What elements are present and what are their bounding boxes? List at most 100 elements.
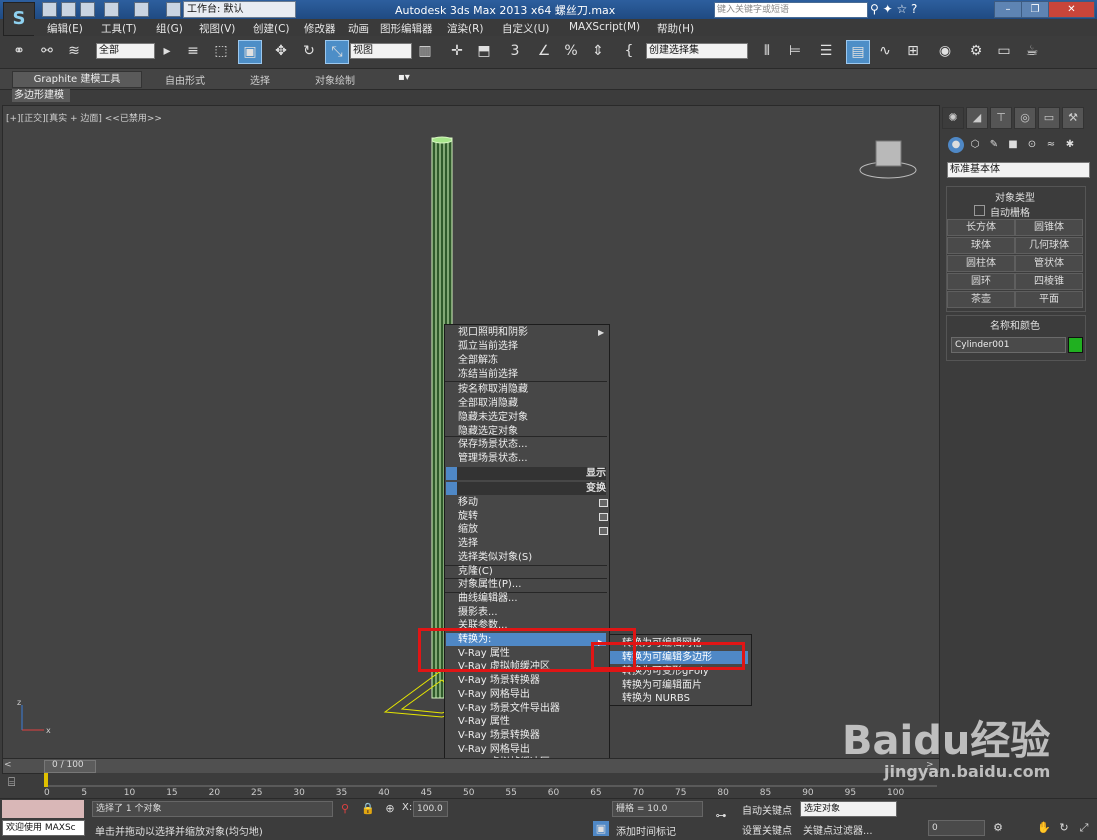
menu-item-5[interactable]: 修改器 bbox=[304, 21, 336, 36]
context-menu-item[interactable]: V-Ray 属性 bbox=[458, 715, 603, 728]
maxscript-listener-pink[interactable] bbox=[2, 800, 84, 818]
pyramid-button[interactable]: 四棱锥 bbox=[1015, 273, 1083, 290]
key-filters-button[interactable]: 关键点过滤器... bbox=[803, 822, 873, 837]
time-config-icon[interactable]: ⚙ bbox=[990, 820, 1006, 835]
teapot-button[interactable]: 茶壶 bbox=[947, 291, 1015, 308]
menu-item-11[interactable]: 帮助(H) bbox=[657, 21, 694, 36]
minimize-icon[interactable]: – bbox=[994, 1, 1022, 18]
context-menu-item[interactable]: V-Ray 场景转换器 bbox=[458, 674, 603, 687]
autogrid-checkbox[interactable] bbox=[974, 205, 985, 216]
modify-tab-icon[interactable]: ◢ bbox=[966, 107, 988, 129]
cylinder-button[interactable]: 圆柱体 bbox=[947, 255, 1015, 272]
curve-editor-icon[interactable]: ∿ bbox=[874, 40, 896, 62]
context-menu-item[interactable]: 摄影表... bbox=[458, 606, 603, 619]
space-warps-icon[interactable]: ≈ bbox=[1043, 137, 1059, 153]
rendered-frame-icon[interactable]: ▭ bbox=[993, 40, 1015, 62]
tube-button[interactable]: 管状体 bbox=[1015, 255, 1083, 272]
x-coordinate-input[interactable]: 100.0 bbox=[413, 801, 448, 817]
lights-icon[interactable]: ✎ bbox=[986, 137, 1002, 153]
search-input[interactable]: 键入关键字或短语 bbox=[714, 2, 868, 18]
systems-icon[interactable]: ✱ bbox=[1062, 137, 1078, 153]
context-menu-item[interactable]: 移动 bbox=[458, 496, 603, 509]
schematic-view-icon[interactable]: ⊞ bbox=[902, 40, 924, 62]
tab-graphite-modeling[interactable]: Graphite 建模工具 bbox=[12, 71, 142, 88]
selection-filter-dropdown[interactable]: 全部 bbox=[96, 43, 155, 59]
rect-select-icon[interactable]: ⬚ bbox=[210, 40, 232, 62]
save-file-icon[interactable] bbox=[80, 2, 95, 17]
render-icon[interactable]: ☕ bbox=[1021, 40, 1043, 62]
context-menu-item[interactable]: 孤立当前选择 bbox=[458, 340, 603, 353]
scale-settings-icon[interactable] bbox=[599, 527, 608, 535]
menu-item-0[interactable]: 编辑(E) bbox=[47, 21, 83, 36]
redo-icon[interactable] bbox=[134, 2, 149, 17]
category-dropdown[interactable]: 标准基本体 bbox=[947, 162, 1090, 178]
convert-submenu-item[interactable]: 转换为可编辑面片 bbox=[622, 679, 747, 692]
context-menu-item[interactable]: 选择类似对象(S) bbox=[458, 551, 603, 564]
context-menu-item[interactable]: 保存场景状态... bbox=[458, 438, 603, 451]
bind-space-warp-icon[interactable]: ≋ bbox=[63, 40, 85, 62]
box-button[interactable]: 长方体 bbox=[947, 219, 1015, 236]
create-tab-icon[interactable]: ✺ bbox=[942, 107, 964, 129]
open-file-icon[interactable] bbox=[61, 2, 76, 17]
menu-item-10[interactable]: MAXScript(M) bbox=[569, 21, 640, 33]
tab-freeform[interactable]: 自由形式 bbox=[165, 72, 205, 87]
absolute-mode-icon[interactable]: ⊕ bbox=[382, 801, 398, 816]
ribbon-options-icon[interactable]: ▪▾ bbox=[398, 72, 410, 83]
percent-snap-icon[interactable]: % bbox=[560, 40, 582, 62]
time-tag-icon[interactable]: ▣ bbox=[593, 821, 609, 836]
set-key-icon[interactable]: ⊶ bbox=[710, 808, 732, 823]
isolate-icon[interactable]: ⚲ bbox=[337, 801, 353, 816]
utilities-tab-icon[interactable]: ⚒ bbox=[1062, 107, 1084, 129]
graphite-toggle-icon[interactable]: ▤ bbox=[846, 40, 870, 64]
time-prev-icon[interactable]: < bbox=[4, 760, 12, 770]
time-slider[interactable] bbox=[2, 758, 940, 774]
named-selection-set-dropdown[interactable]: 创建选择集 bbox=[646, 43, 748, 59]
snap-icon[interactable]: 3 bbox=[504, 40, 526, 62]
menu-item-8[interactable]: 渲染(R) bbox=[447, 21, 484, 36]
scale-icon[interactable]: ⤡ bbox=[325, 40, 349, 64]
render-setup-icon[interactable]: ⚙ bbox=[965, 40, 987, 62]
cameras-icon[interactable]: ■ bbox=[1005, 137, 1021, 153]
pivot-center-icon[interactable]: ▥ bbox=[414, 40, 436, 62]
auto-key-button[interactable]: 自动关键点 bbox=[742, 802, 792, 817]
link-icon[interactable]: ⚭ bbox=[8, 40, 30, 62]
menu-item-7[interactable]: 图形编辑器 bbox=[380, 21, 433, 36]
motion-tab-icon[interactable]: ◎ bbox=[1014, 107, 1036, 129]
add-time-tag-button[interactable]: 添加时间标记 bbox=[616, 823, 676, 838]
hold-icon[interactable] bbox=[166, 2, 181, 17]
context-menu-item[interactable]: V-Ray 场景转换器 bbox=[458, 729, 603, 742]
object-color-swatch[interactable] bbox=[1068, 337, 1083, 353]
context-menu-item[interactable]: V-Ray 场景文件导出器 bbox=[458, 702, 603, 715]
ribbon-panel-polygon-modeling[interactable]: 多边形建模 bbox=[12, 89, 70, 102]
orbit-icon[interactable]: ↻ bbox=[1056, 820, 1072, 835]
convert-submenu-item[interactable]: 转换为 NURBS bbox=[622, 692, 747, 705]
context-menu-item[interactable]: 对象属性(P)... bbox=[458, 578, 603, 591]
context-menu-item[interactable]: 克隆(C) bbox=[458, 565, 603, 578]
context-menu-item[interactable]: 全部解冻 bbox=[458, 354, 603, 367]
context-menu-item[interactable]: 缩放 bbox=[458, 523, 603, 536]
object-name-input[interactable]: Cylinder001 bbox=[951, 337, 1066, 353]
move-icon[interactable]: ✥ bbox=[270, 40, 292, 62]
menu-item-3[interactable]: 视图(V) bbox=[199, 21, 235, 36]
geosphere-button[interactable]: 几何球体 bbox=[1015, 237, 1083, 254]
torus-button[interactable]: 圆环 bbox=[947, 273, 1015, 290]
material-editor-icon[interactable]: ◉ bbox=[934, 40, 956, 62]
menu-item-2[interactable]: 组(G) bbox=[156, 21, 183, 36]
move-settings-icon[interactable] bbox=[599, 499, 608, 507]
context-menu-item[interactable]: 曲线编辑器... bbox=[458, 592, 603, 605]
context-menu-item[interactable]: 全部取消隐藏 bbox=[458, 397, 603, 410]
manipulate-icon[interactable]: ✛ bbox=[446, 40, 468, 62]
current-frame-input[interactable]: 0 bbox=[928, 820, 985, 836]
context-menu-item[interactable]: V-Ray 网格导出 bbox=[458, 743, 603, 756]
hierarchy-tab-icon[interactable]: ⊤ bbox=[990, 107, 1012, 129]
context-menu-item[interactable]: 管理场景状态... bbox=[458, 452, 603, 465]
geometry-icon[interactable]: ● bbox=[948, 137, 964, 153]
infocenter-icons[interactable]: ⚲ ✦ ☆ ? bbox=[870, 2, 950, 16]
menu-item-4[interactable]: 创建(C) bbox=[253, 21, 290, 36]
pan-view-icon[interactable]: ✋ bbox=[1036, 820, 1052, 835]
rotate-icon[interactable]: ↻ bbox=[298, 40, 320, 62]
menu-item-1[interactable]: 工具(T) bbox=[101, 21, 137, 36]
object-type-title[interactable]: 对象类型 bbox=[947, 189, 1083, 204]
edit-named-sets-icon[interactable]: { bbox=[618, 40, 640, 62]
app-logo-button[interactable]: S bbox=[3, 2, 35, 36]
